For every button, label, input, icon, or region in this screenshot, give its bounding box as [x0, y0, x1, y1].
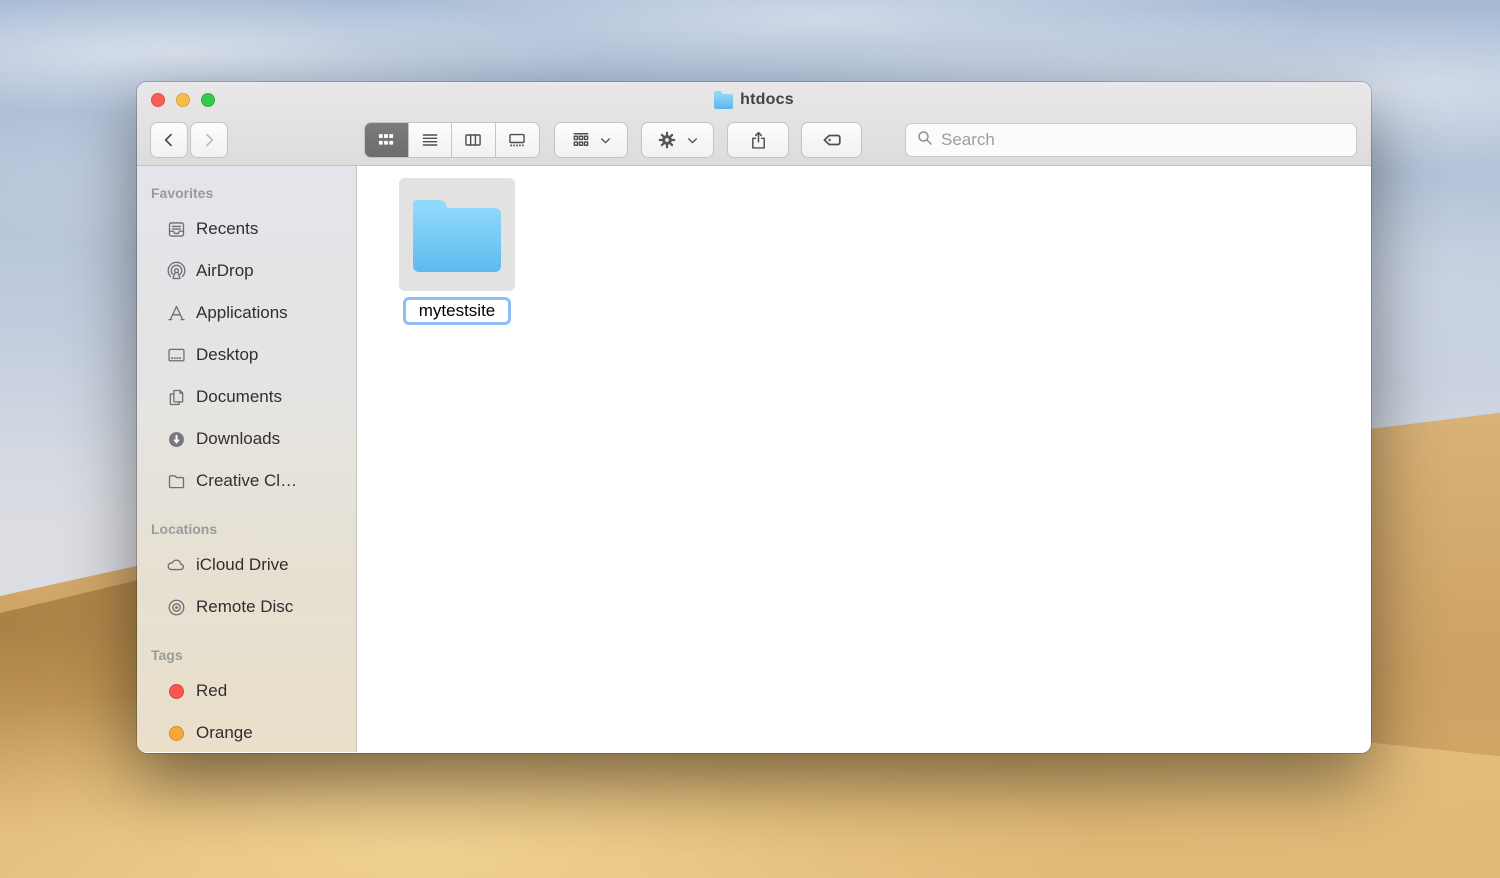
- rename-field: [403, 297, 511, 325]
- sidebar-item-applications[interactable]: Applications: [137, 292, 356, 334]
- sidebar-heading-favorites: Favorites: [137, 178, 356, 208]
- sidebar-item-downloads[interactable]: Downloads: [137, 418, 356, 460]
- search-input[interactable]: [941, 130, 1346, 150]
- sidebar-item-label: Orange: [196, 723, 253, 743]
- desktop-icon: [165, 344, 187, 366]
- icon-view-button[interactable]: [365, 123, 409, 157]
- sidebar-item-airdrop[interactable]: AirDrop: [137, 250, 356, 292]
- sidebar-item-tag-red[interactable]: Red: [137, 670, 356, 712]
- folder-name-input[interactable]: [403, 297, 511, 325]
- sidebar-item-label: Desktop: [196, 345, 258, 365]
- title-bar: htdocs: [137, 82, 1371, 118]
- sidebar-item-label: AirDrop: [196, 261, 254, 281]
- documents-icon: [165, 386, 187, 408]
- sidebar-item-label: Red: [196, 681, 227, 701]
- sidebar-item-tag-orange[interactable]: Orange: [137, 712, 356, 753]
- gallery-view-button[interactable]: [496, 123, 539, 157]
- sidebar-item-creative-cloud[interactable]: Creative Cl…: [137, 460, 356, 502]
- back-button[interactable]: [150, 122, 188, 158]
- column-view-button[interactable]: [452, 123, 496, 157]
- chevron-left-icon: [159, 130, 179, 150]
- view-mode-segmented-control: [364, 122, 540, 158]
- title-folder-icon: [714, 94, 733, 109]
- gallery-view-icon: [507, 130, 527, 150]
- red-tag-icon: [165, 680, 187, 702]
- sidebar: Favorites Recents AirDrop Applications: [137, 166, 357, 752]
- blue-folder-icon[interactable]: [413, 208, 501, 272]
- search-icon: [916, 129, 934, 152]
- sidebar-item-label: Downloads: [196, 429, 280, 449]
- airdrop-icon: [165, 260, 187, 282]
- grid-view-icon: [376, 130, 396, 150]
- search-field[interactable]: [905, 123, 1357, 157]
- chevron-down-icon: [599, 134, 612, 147]
- orange-tag-icon: [165, 722, 187, 744]
- action-menu-button[interactable]: [641, 122, 714, 158]
- window-title: htdocs: [740, 91, 794, 109]
- list-view-icon: [420, 130, 440, 150]
- sidebar-item-recents[interactable]: Recents: [137, 208, 356, 250]
- share-icon: [748, 130, 769, 151]
- toolbar: [137, 122, 1371, 158]
- sidebar-item-label: Documents: [196, 387, 282, 407]
- share-button[interactable]: [727, 122, 789, 158]
- sidebar-item-desktop[interactable]: Desktop: [137, 334, 356, 376]
- chevron-down-icon: [686, 134, 699, 147]
- sidebar-item-label: Applications: [196, 303, 288, 323]
- sidebar-item-label: Remote Disc: [196, 597, 293, 617]
- tag-icon: [820, 128, 844, 152]
- applications-icon: [165, 302, 187, 324]
- forward-button[interactable]: [190, 122, 228, 158]
- sidebar-item-icloud-drive[interactable]: iCloud Drive: [137, 544, 356, 586]
- sidebar-heading-tags: Tags: [137, 640, 356, 670]
- downloads-icon: [165, 428, 187, 450]
- chevron-right-icon: [199, 130, 219, 150]
- file-browser-area[interactable]: [357, 166, 1371, 752]
- sidebar-item-label: iCloud Drive: [196, 555, 289, 575]
- folder-item-mytestsite[interactable]: [399, 178, 515, 325]
- list-view-button[interactable]: [409, 123, 453, 157]
- folder-selection-highlight: [399, 178, 515, 291]
- disc-icon: [165, 596, 187, 618]
- sidebar-item-documents[interactable]: Documents: [137, 376, 356, 418]
- tag-button[interactable]: [801, 122, 862, 158]
- sidebar-item-label: Recents: [196, 219, 258, 239]
- icloud-icon: [165, 554, 187, 576]
- gear-icon: [656, 129, 678, 151]
- group-by-button[interactable]: [554, 122, 628, 158]
- column-view-icon: [463, 130, 483, 150]
- window-chrome: htdocs: [137, 82, 1371, 166]
- sidebar-item-remote-disc[interactable]: Remote Disc: [137, 586, 356, 628]
- sidebar-heading-locations: Locations: [137, 514, 356, 544]
- folder-icon: [165, 470, 187, 492]
- recents-icon: [165, 218, 187, 240]
- finder-window: htdocs: [137, 82, 1371, 753]
- sidebar-item-label: Creative Cl…: [196, 471, 297, 491]
- group-view-icon: [571, 130, 591, 150]
